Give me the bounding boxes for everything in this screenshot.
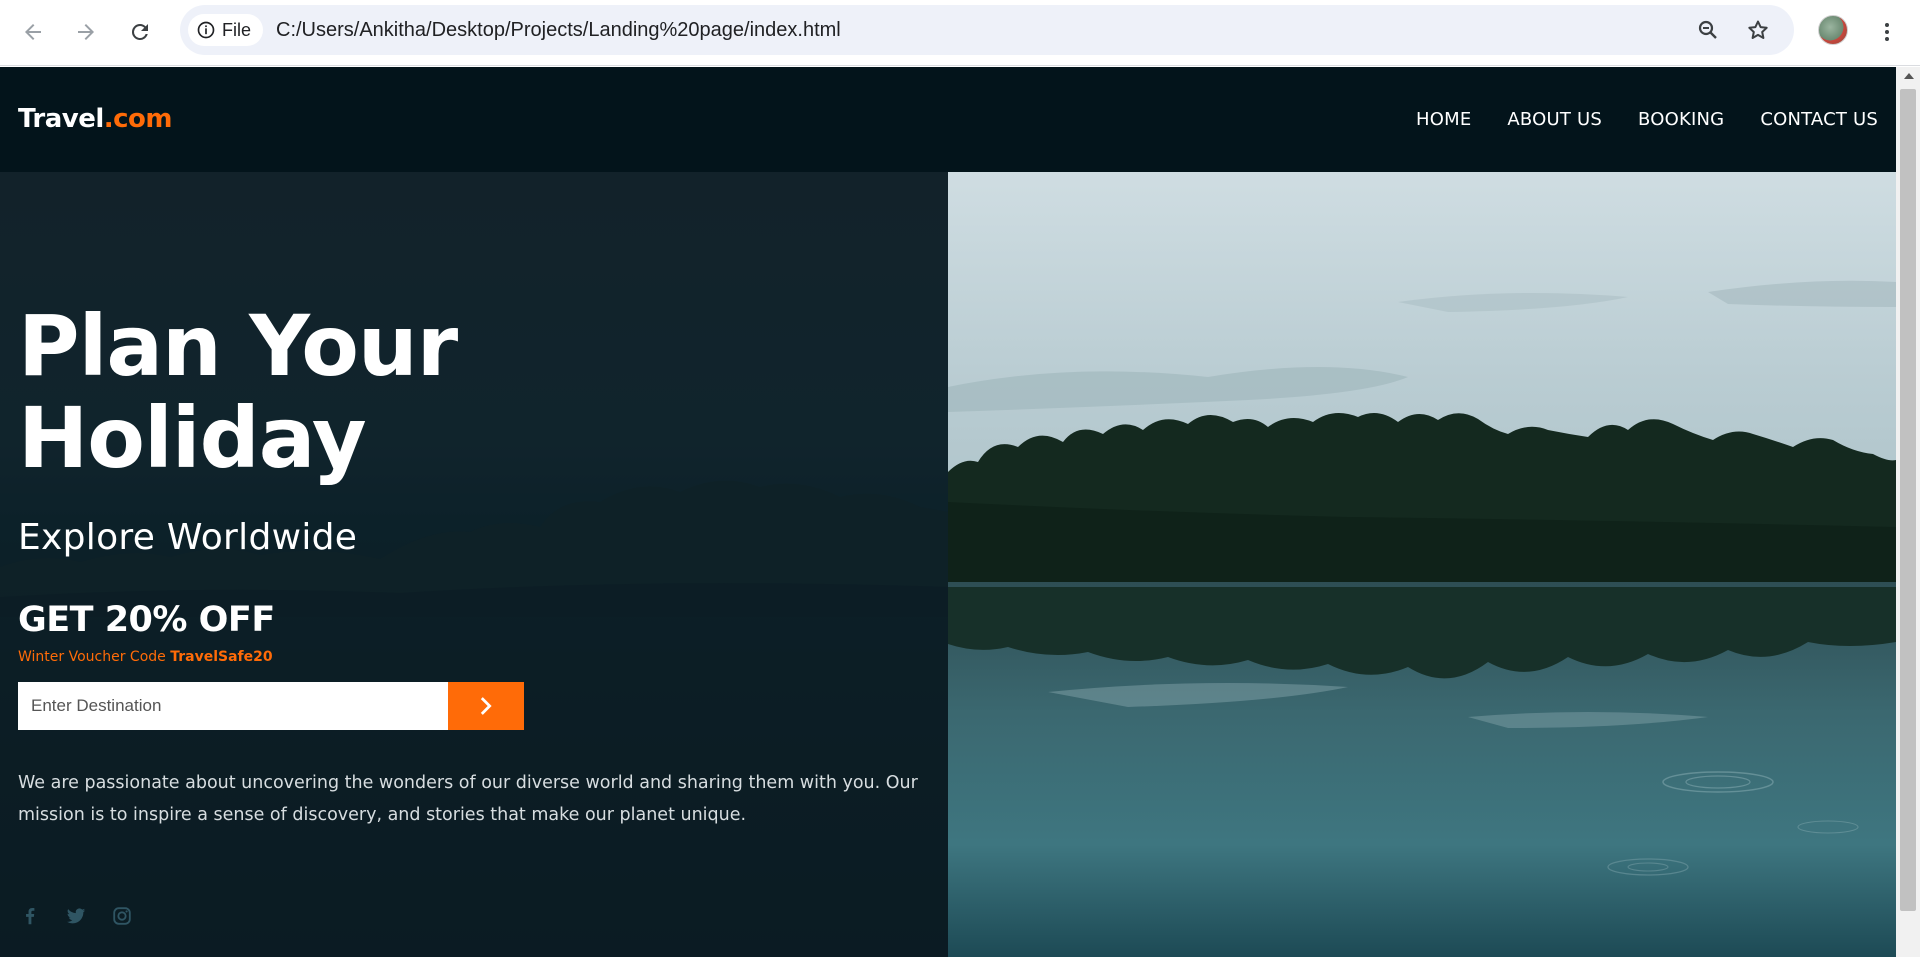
page-scrollbar[interactable]	[1896, 67, 1920, 957]
site-info-chip[interactable]: File	[188, 14, 264, 46]
nav-home[interactable]: HOME	[1416, 109, 1471, 130]
voucher-text: Winter Voucher Code TravelSafe20	[18, 649, 273, 665]
back-arrow-icon	[25, 24, 41, 40]
zoom-button[interactable]	[1693, 15, 1723, 45]
voucher-code: TravelSafe20	[170, 649, 273, 665]
page-viewport: Travel.com HOME ABOUT US BOOKING CONTACT…	[0, 67, 1896, 957]
avatar[interactable]	[1818, 15, 1848, 45]
forward-arrow-icon	[78, 24, 94, 40]
hero-overlay	[0, 172, 948, 957]
nav-contact-us[interactable]: CONTACT US	[1760, 109, 1878, 130]
back-button[interactable]	[13, 12, 53, 52]
hero-subtitle: Explore Worldwide	[18, 517, 358, 558]
address-bar[interactable]: File C:/Users/Ankitha/Desktop/Projects/L…	[180, 5, 1794, 55]
scroll-thumb[interactable]	[1900, 89, 1916, 911]
site-header: Travel.com HOME ABOUT US BOOKING CONTACT…	[0, 67, 1896, 172]
hero-title: Plan Your Holiday	[18, 300, 718, 484]
nav-booking[interactable]: BOOKING	[1638, 109, 1724, 130]
main-nav: HOME ABOUT US BOOKING CONTACT US	[1416, 67, 1878, 172]
forward-button[interactable]	[66, 12, 106, 52]
logo[interactable]: Travel.com	[18, 67, 173, 172]
voucher-prefix: Winter Voucher Code	[18, 649, 171, 665]
hero-description: We are passionate about uncovering the w…	[18, 773, 918, 825]
facebook-icon	[26, 908, 35, 925]
browser-menu-button[interactable]	[1872, 12, 1902, 52]
instagram-icon	[113, 907, 131, 925]
site-chip-label: File	[222, 19, 252, 40]
search-submit-button[interactable]	[448, 682, 524, 730]
lake-landscape-image	[948, 172, 1896, 957]
logo-main: Travel	[18, 104, 104, 134]
offer-heading: GET 20% OFF	[18, 600, 275, 640]
zoom-icon	[1698, 20, 1717, 39]
facebook-link[interactable]	[18, 904, 42, 928]
destination-input[interactable]	[18, 682, 448, 730]
bookmark-button[interactable]	[1743, 15, 1773, 45]
star-icon	[1748, 20, 1768, 39]
destination-search	[18, 682, 524, 730]
hero-title-line1: Plan Your	[18, 297, 458, 395]
hero-lake-image	[948, 172, 1896, 957]
browser-toolbar: File C:/Users/Ankitha/Desktop/Projects/L…	[0, 0, 1920, 66]
hero-title-line2: Holiday	[18, 389, 367, 487]
reload-icon	[131, 23, 148, 40]
url-text[interactable]: C:/Users/Ankitha/Desktop/Projects/Landin…	[276, 5, 841, 55]
reload-button[interactable]	[120, 12, 160, 52]
hero-content-panel: Plan Your Holiday Explore Worldwide GET …	[0, 172, 948, 957]
nav-about-us[interactable]: ABOUT US	[1507, 109, 1602, 130]
instagram-link[interactable]	[110, 904, 134, 928]
logo-accent: .com	[103, 104, 173, 134]
more-vert-icon	[1885, 23, 1889, 41]
twitter-icon	[66, 908, 86, 924]
chevron-right-icon	[480, 697, 492, 715]
social-links	[18, 904, 134, 928]
info-icon	[197, 21, 215, 39]
twitter-link[interactable]	[64, 904, 88, 928]
scroll-up-arrow-icon[interactable]	[1904, 73, 1914, 79]
